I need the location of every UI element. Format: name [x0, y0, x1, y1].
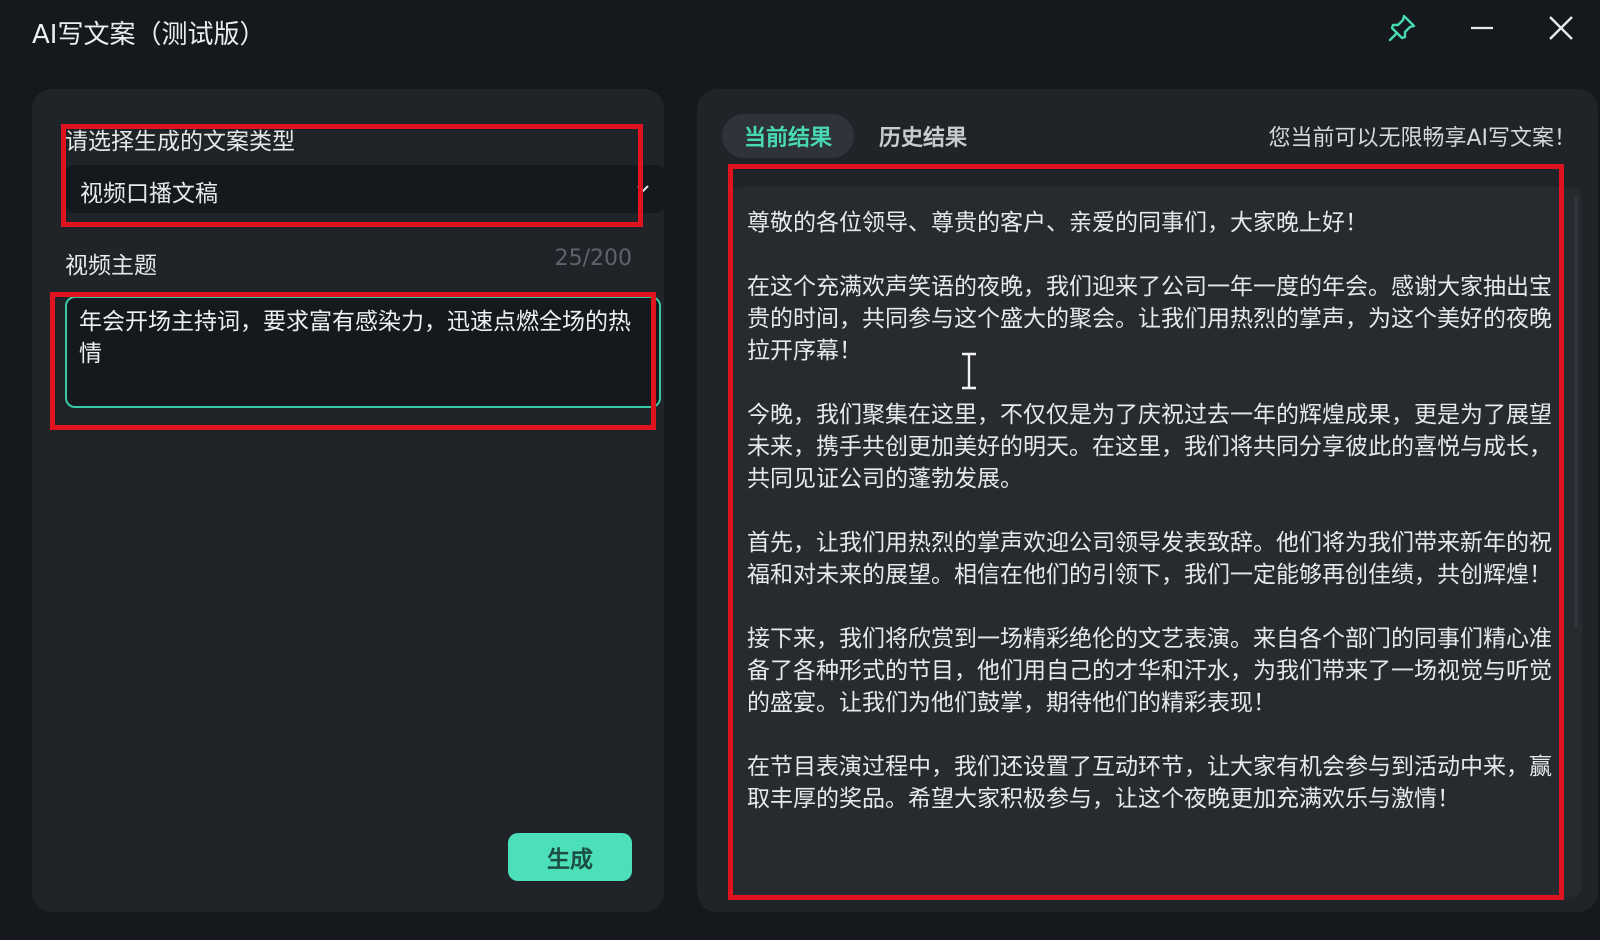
result-paragraph: 在这个充满欢声笑语的夜晚，我们迎来了公司一年一度的年会。感谢大家抽出宝贵的时间，… [747, 274, 1552, 364]
minimize-icon [1471, 26, 1493, 30]
video-topic-input[interactable]: 年会开场主持词，要求富有感染力，迅速点燃全场的热情 [65, 296, 661, 408]
unlimited-notice: 您当前可以无限畅享AI写文案！ [1268, 126, 1576, 151]
close-button[interactable] [1545, 12, 1585, 52]
result-paragraph: 接下来，我们将欣赏到一场精彩绝伦的文艺表演。来自各个部门的同事们精心准备了各种形… [747, 626, 1552, 716]
bottom-fade [730, 837, 1582, 897]
result-scrollbar[interactable] [1574, 197, 1578, 627]
copy-type-select[interactable]: 视频口播文稿 [65, 165, 665, 213]
tab-history-result[interactable]: 历史结果 [857, 114, 989, 158]
chevron-down-icon [637, 185, 649, 193]
result-paragraph: 尊敬的各位领导、尊贵的客户、亲爱的同事们，大家晚上好！ [747, 210, 1368, 236]
result-paragraph: 今晚，我们聚集在这里，不仅仅是为了庆祝过去一年的辉煌成果，更是为了展望未来，携手… [747, 402, 1552, 492]
result-content: 尊敬的各位领导、尊贵的客户、亲爱的同事们，大家晚上好！ 在这个充满欢声笑语的夜晚… [730, 187, 1582, 815]
settings-panel: 请选择生成的文案类型 视频口播文稿 视频主题 25/200 年会开场主持词，要求… [32, 89, 665, 912]
result-text-area[interactable]: 尊敬的各位领导、尊贵的客户、亲爱的同事们，大家晚上好！ 在这个充满欢声笑语的夜晚… [730, 187, 1582, 897]
close-icon [1549, 16, 1573, 40]
copy-type-value: 视频口播文稿 [80, 181, 218, 207]
title-bar: AI写文案（测试版） [0, 0, 1600, 66]
text-cursor-icon [962, 352, 976, 390]
minimize-button[interactable] [1466, 12, 1506, 52]
pin-button[interactable] [1386, 12, 1426, 52]
window-title: AI写文案（测试版） [32, 20, 266, 50]
result-paragraph: 在节目表演过程中，我们还设置了互动环节，让大家有机会参与到活动中来，赢取丰厚的奖… [747, 754, 1552, 812]
pin-icon [1388, 14, 1416, 42]
results-panel: 当前结果 历史结果 您当前可以无限畅享AI写文案！ 尊敬的各位领导、尊贵的客户、… [697, 89, 1598, 912]
generate-button[interactable]: 生成 [508, 833, 632, 881]
tab-current-result[interactable]: 当前结果 [722, 114, 855, 158]
character-counter: 25/200 [554, 246, 632, 271]
result-paragraph: 首先，让我们用热烈的掌声欢迎公司领导发表致辞。他们将为我们带来新年的祝福和对未来… [747, 530, 1552, 588]
copy-type-label: 请选择生成的文案类型 [65, 129, 295, 155]
video-topic-label: 视频主题 [65, 253, 157, 279]
